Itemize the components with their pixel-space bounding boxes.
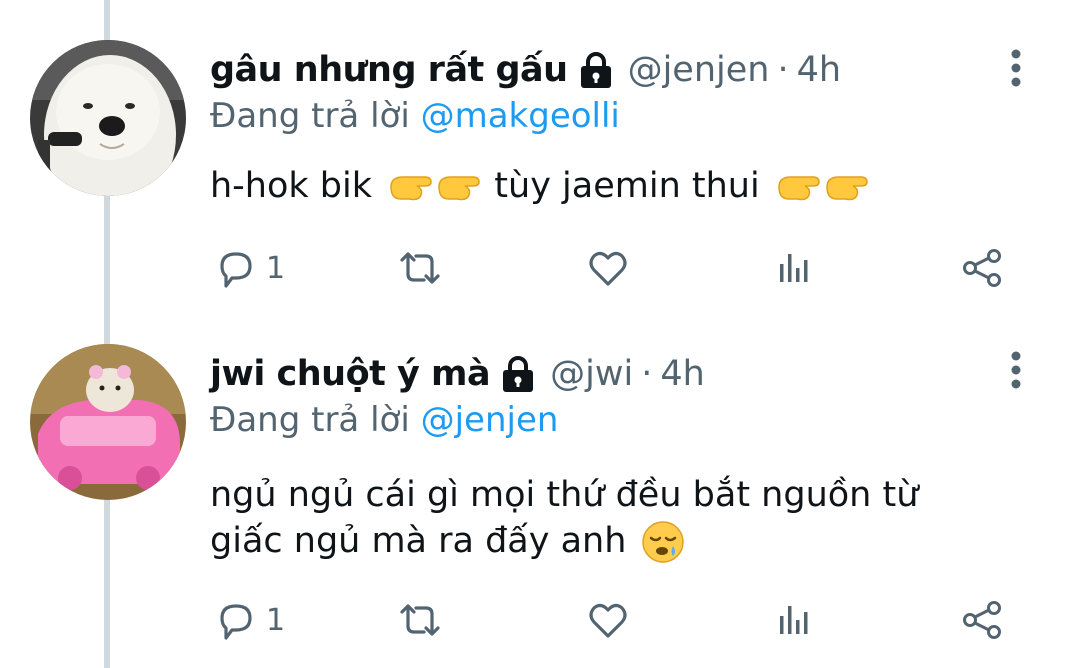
white-dog-avatar-icon xyxy=(30,40,186,196)
timestamp[interactable]: 4h xyxy=(660,354,704,394)
display-name[interactable]: jwi chuột ý mà xyxy=(210,354,491,394)
share-button[interactable] xyxy=(960,592,1004,648)
tweet-text-part: tùy jaemin thui xyxy=(494,166,760,206)
pointing-hands-emoji-icon xyxy=(778,176,868,201)
replying-to-line: Đang trả lời @jenjen xyxy=(210,400,558,440)
avatar[interactable] xyxy=(30,344,186,500)
reply-icon xyxy=(220,604,252,640)
separator-dot: · xyxy=(641,354,653,394)
tweet-header: gâu nhưng rất gấu @jenjen · 4h xyxy=(210,45,841,95)
tweet-text-line: giấc ngủ mà ra đấy anh xyxy=(210,521,627,561)
sleepy-face-emoji-icon xyxy=(641,521,684,563)
avatar[interactable] xyxy=(30,40,186,196)
retweet-button[interactable] xyxy=(398,592,442,648)
reply-count: 1 xyxy=(266,602,286,638)
user-handle[interactable]: @jwi xyxy=(550,354,633,394)
tweet-text-part: h-hok bik xyxy=(210,166,373,206)
share-icon xyxy=(963,601,1001,639)
heart-icon xyxy=(589,603,627,638)
lock-icon xyxy=(580,52,611,88)
bar-chart-icon xyxy=(780,254,808,282)
separator-dot: · xyxy=(777,50,789,90)
like-button[interactable] xyxy=(586,592,630,648)
timestamp[interactable]: 4h xyxy=(797,50,841,90)
mention-link[interactable]: @jenjen xyxy=(421,400,559,440)
retweet-button[interactable] xyxy=(398,240,442,296)
like-button[interactable] xyxy=(586,240,630,296)
replying-to-prefix: Đang trả lời xyxy=(210,96,410,136)
replying-to-line: Đang trả lời @makgeolli xyxy=(210,96,620,136)
reply-button[interactable]: 1 xyxy=(214,240,285,296)
more-options-icon[interactable] xyxy=(1004,348,1028,392)
reply-count: 1 xyxy=(266,250,286,286)
retweet-icon xyxy=(400,252,440,284)
reply-tweet[interactable]: jwi chuột ý mà @jwi · 4h Đang trả lời @j… xyxy=(0,320,1080,668)
reply-tweet[interactable]: gâu nhưng rất gấu @jenjen · 4h Đang trả … xyxy=(0,0,1080,320)
view-stats-button[interactable] xyxy=(772,240,816,296)
display-name[interactable]: gâu nhưng rất gấu xyxy=(210,50,568,90)
user-handle[interactable]: @jenjen xyxy=(628,50,770,90)
reply-button[interactable]: 1 xyxy=(214,592,285,648)
tweet-text: ngủ ngủ cái gì mọi thứ đều bắt nguồn từ … xyxy=(210,472,1030,565)
pointing-hands-emoji-icon xyxy=(390,176,480,201)
hamster-in-pink-car-avatar-icon xyxy=(30,344,186,500)
lock-icon xyxy=(503,356,534,392)
share-icon xyxy=(963,249,1001,287)
mention-link[interactable]: @makgeolli xyxy=(421,96,620,136)
share-button[interactable] xyxy=(960,240,1004,296)
tweet-actions: 1 xyxy=(210,240,1030,296)
tweet-header: jwi chuột ý mà @jwi · 4h xyxy=(210,349,705,399)
view-stats-button[interactable] xyxy=(772,592,816,648)
heart-icon xyxy=(589,251,627,286)
tweet-text-line: ngủ ngủ cái gì mọi thứ đều bắt nguồn từ xyxy=(210,475,919,515)
tweet-text-line-wrapper: giấc ngủ mà ra đấy anh xyxy=(210,518,1030,565)
reply-icon xyxy=(220,252,252,288)
bar-chart-icon xyxy=(780,606,808,634)
more-options-icon[interactable] xyxy=(1004,46,1028,90)
tweet-text: h-hok bik tùy jaemin thui xyxy=(210,163,1030,209)
retweet-icon xyxy=(400,604,440,636)
replying-to-prefix: Đang trả lời xyxy=(210,400,410,440)
tweet-actions: 1 xyxy=(210,592,1030,648)
